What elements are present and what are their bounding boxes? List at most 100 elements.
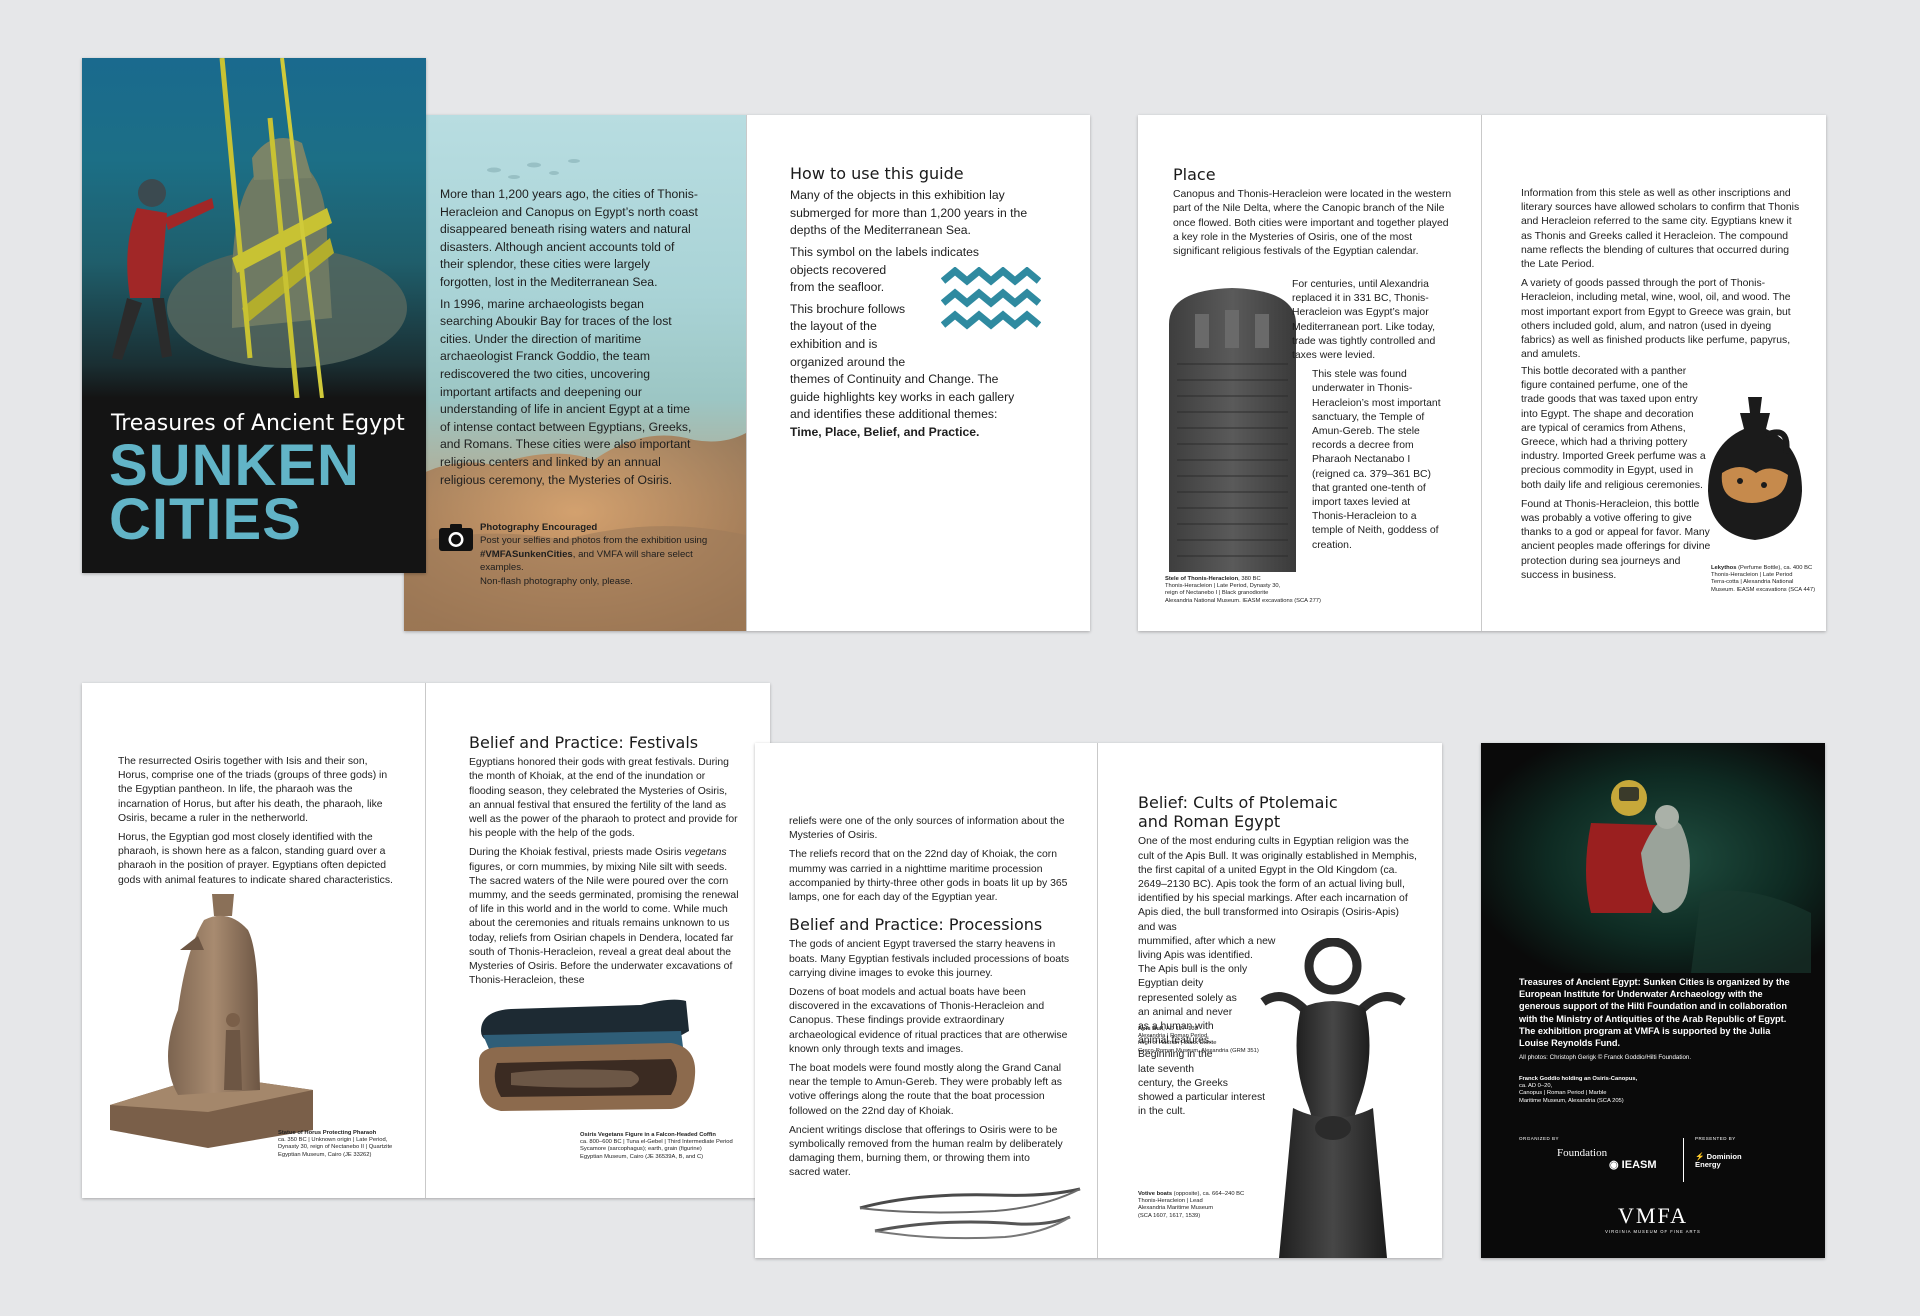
apis-caption-line: Greco-Roman Museum, Alexandria (GRM 351) <box>1138 1047 1259 1054</box>
hilti-foundation-logo: Foundation <box>1557 1147 1608 1159</box>
back-caption-title: Franck Goddio holding an Osiris-Canopus, <box>1519 1076 1638 1082</box>
votive-boats-image <box>859 1187 1081 1240</box>
intro-paragraph: In 1996, marine archaeologists began sea… <box>440 296 692 487</box>
back-photos: All photos: Christoph Gerigk © Franck Go… <box>1519 1054 1692 1062</box>
horus-caption-line: ca. 350 BC | Unknown origin | Late Perio… <box>278 1137 388 1144</box>
horus-caption: Statue of Horus Protecting Pharaoh ca. 3… <box>278 1130 418 1159</box>
osiris-p2: Horus, the Egyptian god most closely ide… <box>118 832 393 886</box>
cults-heading-line1: Belief: Cults of Ptolemaic <box>1138 793 1338 812</box>
trade-p2: A variety of goods passed through the po… <box>1521 278 1791 361</box>
lekythos-caption-line: Thonis-Heracleion | Late Period <box>1711 572 1793 579</box>
stele-caption-line: reign of Nectanebo I | Black granodiorit… <box>1165 590 1269 597</box>
festivals-p2: During the Khoiak festival, priests made… <box>469 846 741 988</box>
festivals-p2a: During the Khoiak festival, priests made… <box>469 847 685 859</box>
vmfa-logo: VMFA <box>1618 1203 1688 1228</box>
processions-heading: Belief and Practice: Processions <box>789 915 1043 935</box>
howto-themes: Time, Place, Belief, and Practice. <box>790 424 980 439</box>
coffin-caption-line: ca. 800–600 BC | Tuna el-Gebel | Third I… <box>580 1139 733 1146</box>
ieasm-mark-icon: ◉ <box>1609 1159 1619 1171</box>
dominion-energy-logo: ⚡ Dominion Energy <box>1695 1152 1765 1170</box>
photo-hashtag: #VMFASunkenCities <box>480 548 573 560</box>
trade-p1: Information from this stele as well as o… <box>1521 188 1800 271</box>
cover: Treasures of Ancient Egypt SUNKEN CITIES <box>82 58 426 573</box>
apis-caption-line: Alexandria | Roman Period, <box>1138 1033 1209 1040</box>
boats-caption-date: (opposite), ca. 664–240 BC <box>1172 1191 1245 1197</box>
presented-by-label: PRESENTED BY <box>1695 1136 1736 1141</box>
cover-diver-illustration <box>112 58 407 398</box>
apis-bull-image <box>1260 938 1406 1258</box>
processions-page: reliefs were one of the only sources of … <box>755 743 1097 1258</box>
coffin-caption-line: Egyptian Museum, Cairo (JE 36539A, B, an… <box>580 1153 704 1160</box>
place-heading: Place <box>1173 165 1216 184</box>
processions-p5: Ancient writings disclose that offerings… <box>789 1124 1063 1165</box>
vmfa-subtitle: VIRGINIA MUSEUM OF FINE ARTS <box>1605 1229 1701 1234</box>
howto-p3c: exhibition and is <box>790 336 878 351</box>
camera-icon <box>439 524 473 551</box>
stele-caption-title: Stele of Thonis-Heracleion <box>1165 576 1239 582</box>
lekythos-caption-date: (Perfume Bottle), ca. 400 BC <box>1736 565 1813 571</box>
photo-text: Post your selfies and photos from the ex… <box>480 534 730 574</box>
stele-caption-line: Alexandria National Museum. IEASM excava… <box>1165 597 1321 604</box>
horus-statue-image <box>110 894 313 1148</box>
apis-caption-line: reign of Hadrian | Black Diorite <box>1138 1040 1217 1047</box>
organized-by-label: ORGANIZED BY <box>1519 1136 1560 1141</box>
coffin-caption: Osiris Vegetans Figure in a Falcon-Heade… <box>580 1132 750 1161</box>
processions-p1: The reliefs record that on the 22nd day … <box>789 849 1068 904</box>
stele-caption-date: , 380 BC <box>1238 576 1261 582</box>
intro-spread: More than 1,200 years ago, the cities of… <box>404 115 1090 631</box>
cults-p1: One of the most enduring cults in Egypti… <box>1138 836 1417 933</box>
horus-caption-title: Statue of Horus Protecting Pharaoh <box>278 1130 377 1136</box>
howto-p3e: themes of Continuity and Change. The gui… <box>790 371 1030 441</box>
osiris-p1: The resurrected Osiris together with Isi… <box>118 756 388 824</box>
boats-caption-line: (SCA 1607, 1617, 1539) <box>1138 1212 1201 1219</box>
lekythos-caption: Lekythos (Perfume Bottle), ca. 400 BC Th… <box>1711 565 1821 594</box>
processions-spread: reliefs were one of the only sources of … <box>755 743 1442 1258</box>
back-cover: Treasures of Ancient Egypt: Sunken Citie… <box>1481 743 1825 1258</box>
ieasm-name: IEASM <box>1621 1159 1657 1171</box>
howto-p2a: This symbol on the labels indicates <box>790 244 980 259</box>
stele-image <box>1169 288 1296 572</box>
trade-p4: Found at Thonis-Heracleion, this bottle … <box>1521 498 1711 581</box>
processions-p5b: sacred water. <box>789 1167 851 1179</box>
trade-p3: This bottle decorated with a panther fig… <box>1521 366 1706 491</box>
stele-caption-line: Thonis-Heracleion | Late Period, Dynasty… <box>1165 583 1281 590</box>
festivals-p2-italic: vegetans <box>684 847 727 859</box>
photo-heading: Photography Encouraged <box>480 522 598 533</box>
festivals-page: Belief and Practice: Festivals Egyptians… <box>426 683 770 1198</box>
back-caption-line: Maritime Museum, Alexandria (SCA 205) <box>1519 1097 1624 1104</box>
back-caption-line: ca. AD 0–20, <box>1519 1083 1553 1090</box>
back-credit: Treasures of Ancient Egypt: Sunken Citie… <box>1519 977 1790 1049</box>
lekythos-caption-title: Lekythos <box>1711 565 1737 571</box>
back-diver-illustration <box>1481 743 1825 973</box>
intro-paragraph: More than 1,200 years ago, the cities of… <box>440 187 698 289</box>
processions-p2: The gods of ancient Egypt traversed the … <box>789 939 1070 979</box>
howto-page: How to use this guide Many of the object… <box>747 115 1090 631</box>
processions-p3: Dozens of boat models and actual boats h… <box>789 987 1068 1055</box>
apis-caption-date: , AD 117–138 <box>1163 1026 1198 1032</box>
boats-caption-line: Thonis-Heracleion | Lead <box>1138 1198 1203 1205</box>
place-page: Place Canopus and Thonis-Heracleion were… <box>1138 115 1481 631</box>
cults-page: Belief: Cults of Ptolemaic and Roman Egy… <box>1098 743 1442 1258</box>
apis-caption: Apis Bull, AD 117–138 Alexandria | Roman… <box>1138 1026 1278 1055</box>
processions-p4: The boat models were found mostly along … <box>789 1063 1062 1117</box>
howto-p3e-text: themes of Continuity and Change. The gui… <box>790 372 1015 422</box>
howto-heading: How to use this guide <box>790 164 964 183</box>
stele-caption: Stele of Thonis-Heracleion, 380 BC Thoni… <box>1165 576 1365 605</box>
place-p1: Canopus and Thonis-Heracleion were locat… <box>1173 189 1452 257</box>
intro-page: More than 1,200 years ago, the cities of… <box>404 115 746 631</box>
lekythos-caption-line: Museum. IEASM excavations (SCA 447) <box>1711 586 1816 593</box>
back-caption-line: Canopus | Roman Period | Marble <box>1519 1090 1607 1097</box>
place-spread: Place Canopus and Thonis-Heracleion were… <box>1138 115 1826 631</box>
coffin-caption-line: Sycamore (sarcophagus); earth, grain (fi… <box>580 1146 702 1153</box>
apis-caption-title: Apis Bull <box>1138 1026 1164 1032</box>
place-p3: This stele was found underwater in Thoni… <box>1312 369 1441 551</box>
festivals-p2b: figures, or corn mummies, by mixing Nile… <box>469 861 739 987</box>
wave-symbol-icon <box>941 267 1041 330</box>
place-p2: For centuries, until Alexandria replaced… <box>1292 279 1436 362</box>
back-caption: Franck Goddio holding an Osiris-Canopus,… <box>1519 1076 1719 1105</box>
photo-note: Non-flash photography only, please. <box>480 575 633 587</box>
boats-caption-title: Votive boats <box>1138 1191 1173 1197</box>
cover-title-line2: CITIES <box>109 487 302 552</box>
osiris-spread: The resurrected Osiris together with Isi… <box>82 683 770 1198</box>
boats-caption: Votive boats (opposite), ca. 664–240 BC … <box>1138 1191 1268 1220</box>
